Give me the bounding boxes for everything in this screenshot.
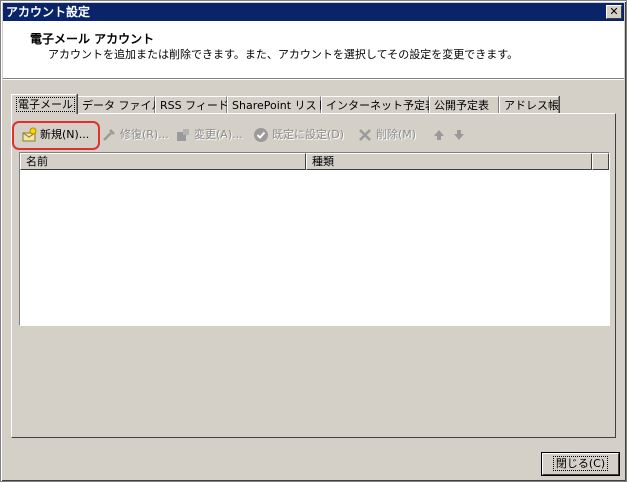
header-separator [3, 79, 624, 80]
tab-published-calendars[interactable]: 公開予定表 [429, 96, 499, 113]
move-down-icon [451, 127, 467, 143]
list-header: 名前 種類 [20, 153, 609, 170]
delete-label: 削除(M) [376, 128, 417, 141]
tab-address-books[interactable]: アドレス帳 [499, 96, 559, 113]
column-header-filler [592, 153, 609, 170]
move-up-button[interactable] [431, 124, 447, 146]
close-icon[interactable]: ✕ [606, 5, 622, 19]
new-account-icon [21, 127, 37, 143]
repair-button[interactable]: 修復(R)... [101, 124, 169, 146]
default-check-icon [253, 127, 269, 143]
account-settings-window: アカウント設定 ✕ 電子メール アカウント アカウントを追加または削除できます。… [0, 0, 627, 482]
repair-icon [101, 127, 117, 143]
delete-x-icon [357, 127, 373, 143]
header-description: アカウントを追加または削除できます。また、アカウントを選択してその設定を変更でき… [48, 48, 519, 61]
tab-rss-feeds[interactable]: RSS フィード [155, 96, 229, 113]
header-title: 電子メール アカウント [30, 32, 155, 46]
delete-button[interactable]: 削除(M) [357, 124, 416, 146]
tab-internet-calendars[interactable]: インターネット予定表 [321, 96, 436, 113]
window-title: アカウント設定 [6, 5, 91, 19]
close-button[interactable]: 閉じる(C) [542, 453, 619, 475]
tab-data-files[interactable]: データ ファイル [77, 96, 163, 113]
column-header-type[interactable]: 種類 [306, 153, 592, 170]
new-account-label: 新規(N)... [40, 128, 90, 141]
change-icon [175, 127, 191, 143]
column-header-name[interactable]: 名前 [20, 153, 306, 170]
tab-email[interactable]: 電子メール [11, 94, 77, 114]
tab-email-label: 電子メール [16, 97, 75, 112]
set-default-button[interactable]: 既定に設定(D) [253, 124, 344, 146]
tab-sharepoint-lists[interactable]: SharePoint リスト [227, 96, 328, 113]
set-default-label: 既定に設定(D) [272, 128, 345, 141]
repair-label: 修復(R)... [120, 128, 169, 141]
dialog-header: 電子メール アカウント アカウントを追加または削除できます。また、アカウントを選… [3, 21, 624, 79]
change-label: 変更(A)... [194, 128, 243, 141]
title-bar[interactable]: アカウント設定 ✕ [3, 3, 624, 21]
change-button[interactable]: 変更(A)... [175, 124, 243, 146]
account-list[interactable]: 名前 種類 [19, 152, 610, 326]
move-up-icon [431, 127, 447, 143]
close-button-label: 閉じる(C) [552, 456, 609, 471]
new-account-button[interactable]: 新規(N)... [21, 124, 89, 146]
move-down-button[interactable] [451, 124, 467, 146]
